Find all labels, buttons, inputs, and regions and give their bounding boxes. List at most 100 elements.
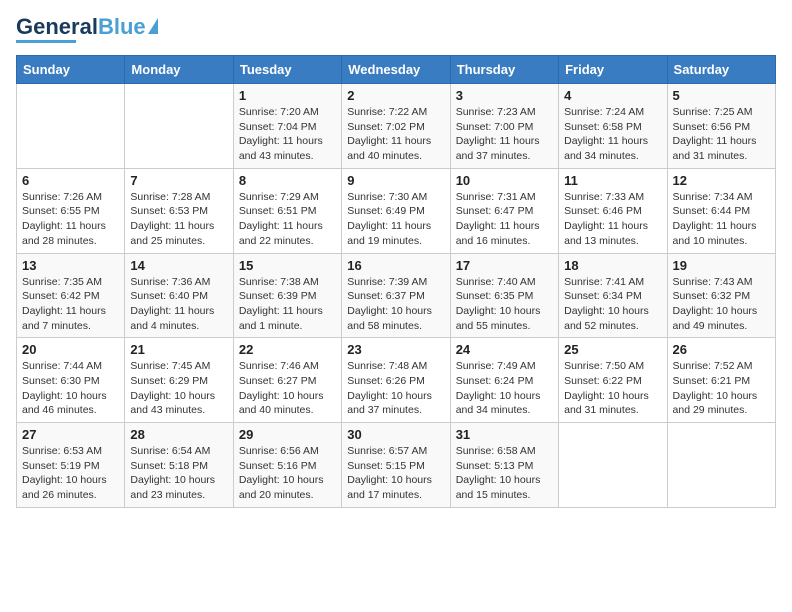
header: GeneralBlue: [16, 16, 776, 43]
day-info: Sunrise: 7:24 AM Sunset: 6:58 PM Dayligh…: [564, 105, 661, 164]
calendar-cell: 16 Sunrise: 7:39 AM Sunset: 6:37 PM Dayli…: [342, 253, 450, 338]
day-number: 18: [564, 258, 661, 273]
day-info: Sunrise: 6:53 AM Sunset: 5:19 PM Dayligh…: [22, 444, 119, 503]
calendar-cell: 19 Sunrise: 7:43 AM Sunset: 6:32 PM Dayli…: [667, 253, 775, 338]
day-info: Sunrise: 7:44 AM Sunset: 6:30 PM Dayligh…: [22, 359, 119, 418]
calendar-cell: 30Sunrise: 6:57 AM Sunset: 5:15 PM Dayli…: [342, 423, 450, 508]
calendar-cell: 9Sunrise: 7:30 AM Sunset: 6:49 PM Daylig…: [342, 168, 450, 253]
logo: GeneralBlue: [16, 16, 158, 43]
calendar-cell: [559, 423, 667, 508]
day-number: 14: [130, 258, 227, 273]
calendar-cell: 23 Sunrise: 7:48 AM Sunset: 6:26 PM Dayli…: [342, 338, 450, 423]
calendar-cell: 8Sunrise: 7:29 AM Sunset: 6:51 PM Daylig…: [233, 168, 341, 253]
day-info: Sunrise: 7:23 AM Sunset: 7:00 PM Dayligh…: [456, 105, 553, 164]
calendar-cell: 18 Sunrise: 7:41 AM Sunset: 6:34 PM Dayli…: [559, 253, 667, 338]
day-info: Sunrise: 7:33 AM Sunset: 6:46 PM Dayligh…: [564, 190, 661, 249]
day-number: 25: [564, 342, 661, 357]
day-number: 10: [456, 173, 553, 188]
day-number: 20: [22, 342, 119, 357]
column-header-tuesday: Tuesday: [233, 56, 341, 84]
day-number: 9: [347, 173, 444, 188]
day-info: Sunrise: 6:58 AM Sunset: 5:13 PM Dayligh…: [456, 444, 553, 503]
day-info: Sunrise: 7:26 AM Sunset: 6:55 PM Dayligh…: [22, 190, 119, 249]
calendar-cell: 21 Sunrise: 7:45 AM Sunset: 6:29 PM Dayli…: [125, 338, 233, 423]
day-number: 8: [239, 173, 336, 188]
calendar-cell: 3Sunrise: 7:23 AM Sunset: 7:00 PM Daylig…: [450, 84, 558, 169]
day-number: 16: [347, 258, 444, 273]
day-number: 2: [347, 88, 444, 103]
calendar-cell: [667, 423, 775, 508]
day-number: 1: [239, 88, 336, 103]
column-header-saturday: Saturday: [667, 56, 775, 84]
day-info: Sunrise: 7:25 AM Sunset: 6:56 PM Dayligh…: [673, 105, 770, 164]
day-number: 26: [673, 342, 770, 357]
day-info: Sunrise: 7:48 AM Sunset: 6:26 PM Dayligh…: [347, 359, 444, 418]
calendar-cell: 11 Sunrise: 7:33 AM Sunset: 6:46 PM Dayli…: [559, 168, 667, 253]
calendar-cell: 14 Sunrise: 7:36 AM Sunset: 6:40 PM Dayli…: [125, 253, 233, 338]
calendar-cell: 10Sunrise: 7:31 AM Sunset: 6:47 PM Dayli…: [450, 168, 558, 253]
calendar-cell: 29 Sunrise: 6:56 AM Sunset: 5:16 PM Dayli…: [233, 423, 341, 508]
day-info: Sunrise: 7:50 AM Sunset: 6:22 PM Dayligh…: [564, 359, 661, 418]
day-info: Sunrise: 7:46 AM Sunset: 6:27 PM Dayligh…: [239, 359, 336, 418]
calendar-table: SundayMondayTuesdayWednesdayThursdayFrid…: [16, 55, 776, 508]
column-header-friday: Friday: [559, 56, 667, 84]
day-info: Sunrise: 7:52 AM Sunset: 6:21 PM Dayligh…: [673, 359, 770, 418]
column-header-sunday: Sunday: [17, 56, 125, 84]
column-header-thursday: Thursday: [450, 56, 558, 84]
calendar-header-row: SundayMondayTuesdayWednesdayThursdayFrid…: [17, 56, 776, 84]
day-number: 29: [239, 427, 336, 442]
logo-triangle-icon: [148, 18, 158, 34]
day-number: 13: [22, 258, 119, 273]
day-info: Sunrise: 7:45 AM Sunset: 6:29 PM Dayligh…: [130, 359, 227, 418]
calendar-cell: 25 Sunrise: 7:50 AM Sunset: 6:22 PM Dayli…: [559, 338, 667, 423]
calendar-cell: [125, 84, 233, 169]
day-number: 5: [673, 88, 770, 103]
day-number: 23: [347, 342, 444, 357]
day-info: Sunrise: 7:22 AM Sunset: 7:02 PM Dayligh…: [347, 105, 444, 164]
day-info: Sunrise: 7:36 AM Sunset: 6:40 PM Dayligh…: [130, 275, 227, 334]
day-number: 28: [130, 427, 227, 442]
calendar-cell: 20 Sunrise: 7:44 AM Sunset: 6:30 PM Dayli…: [17, 338, 125, 423]
calendar-cell: 15Sunrise: 7:38 AM Sunset: 6:39 PM Dayli…: [233, 253, 341, 338]
day-info: Sunrise: 7:41 AM Sunset: 6:34 PM Dayligh…: [564, 275, 661, 334]
calendar-cell: 1 Sunrise: 7:20 AM Sunset: 7:04 PM Daylig…: [233, 84, 341, 169]
day-number: 6: [22, 173, 119, 188]
calendar-cell: 28Sunrise: 6:54 AM Sunset: 5:18 PM Dayli…: [125, 423, 233, 508]
day-info: Sunrise: 7:43 AM Sunset: 6:32 PM Dayligh…: [673, 275, 770, 334]
week-row-4: 27Sunrise: 6:53 AM Sunset: 5:19 PM Dayli…: [17, 423, 776, 508]
day-number: 24: [456, 342, 553, 357]
day-info: Sunrise: 7:35 AM Sunset: 6:42 PM Dayligh…: [22, 275, 119, 334]
calendar-cell: 5 Sunrise: 7:25 AM Sunset: 6:56 PM Daylig…: [667, 84, 775, 169]
calendar-cell: 31Sunrise: 6:58 AM Sunset: 5:13 PM Dayli…: [450, 423, 558, 508]
day-number: 19: [673, 258, 770, 273]
day-number: 12: [673, 173, 770, 188]
day-number: 7: [130, 173, 227, 188]
calendar-cell: 17 Sunrise: 7:40 AM Sunset: 6:35 PM Dayli…: [450, 253, 558, 338]
day-info: Sunrise: 7:39 AM Sunset: 6:37 PM Dayligh…: [347, 275, 444, 334]
day-info: Sunrise: 7:40 AM Sunset: 6:35 PM Dayligh…: [456, 275, 553, 334]
week-row-1: 6 Sunrise: 7:26 AM Sunset: 6:55 PM Daylig…: [17, 168, 776, 253]
day-number: 4: [564, 88, 661, 103]
calendar-cell: 22 Sunrise: 7:46 AM Sunset: 6:27 PM Dayli…: [233, 338, 341, 423]
day-number: 22: [239, 342, 336, 357]
day-number: 21: [130, 342, 227, 357]
day-info: Sunrise: 6:57 AM Sunset: 5:15 PM Dayligh…: [347, 444, 444, 503]
week-row-0: 1 Sunrise: 7:20 AM Sunset: 7:04 PM Daylig…: [17, 84, 776, 169]
week-row-2: 13 Sunrise: 7:35 AM Sunset: 6:42 PM Dayli…: [17, 253, 776, 338]
day-number: 11: [564, 173, 661, 188]
calendar-cell: 13 Sunrise: 7:35 AM Sunset: 6:42 PM Dayli…: [17, 253, 125, 338]
calendar-cell: 26 Sunrise: 7:52 AM Sunset: 6:21 PM Dayli…: [667, 338, 775, 423]
calendar-cell: [17, 84, 125, 169]
calendar-cell: 12 Sunrise: 7:34 AM Sunset: 6:44 PM Dayli…: [667, 168, 775, 253]
day-info: Sunrise: 7:34 AM Sunset: 6:44 PM Dayligh…: [673, 190, 770, 249]
day-info: Sunrise: 6:56 AM Sunset: 5:16 PM Dayligh…: [239, 444, 336, 503]
calendar-cell: 2 Sunrise: 7:22 AM Sunset: 7:02 PM Daylig…: [342, 84, 450, 169]
day-number: 17: [456, 258, 553, 273]
calendar-cell: 7Sunrise: 7:28 AM Sunset: 6:53 PM Daylig…: [125, 168, 233, 253]
day-number: 15: [239, 258, 336, 273]
calendar-cell: 4 Sunrise: 7:24 AM Sunset: 6:58 PM Daylig…: [559, 84, 667, 169]
column-header-monday: Monday: [125, 56, 233, 84]
day-info: Sunrise: 7:20 AM Sunset: 7:04 PM Dayligh…: [239, 105, 336, 164]
calendar-cell: 27Sunrise: 6:53 AM Sunset: 5:19 PM Dayli…: [17, 423, 125, 508]
logo-text: GeneralBlue: [16, 16, 146, 38]
